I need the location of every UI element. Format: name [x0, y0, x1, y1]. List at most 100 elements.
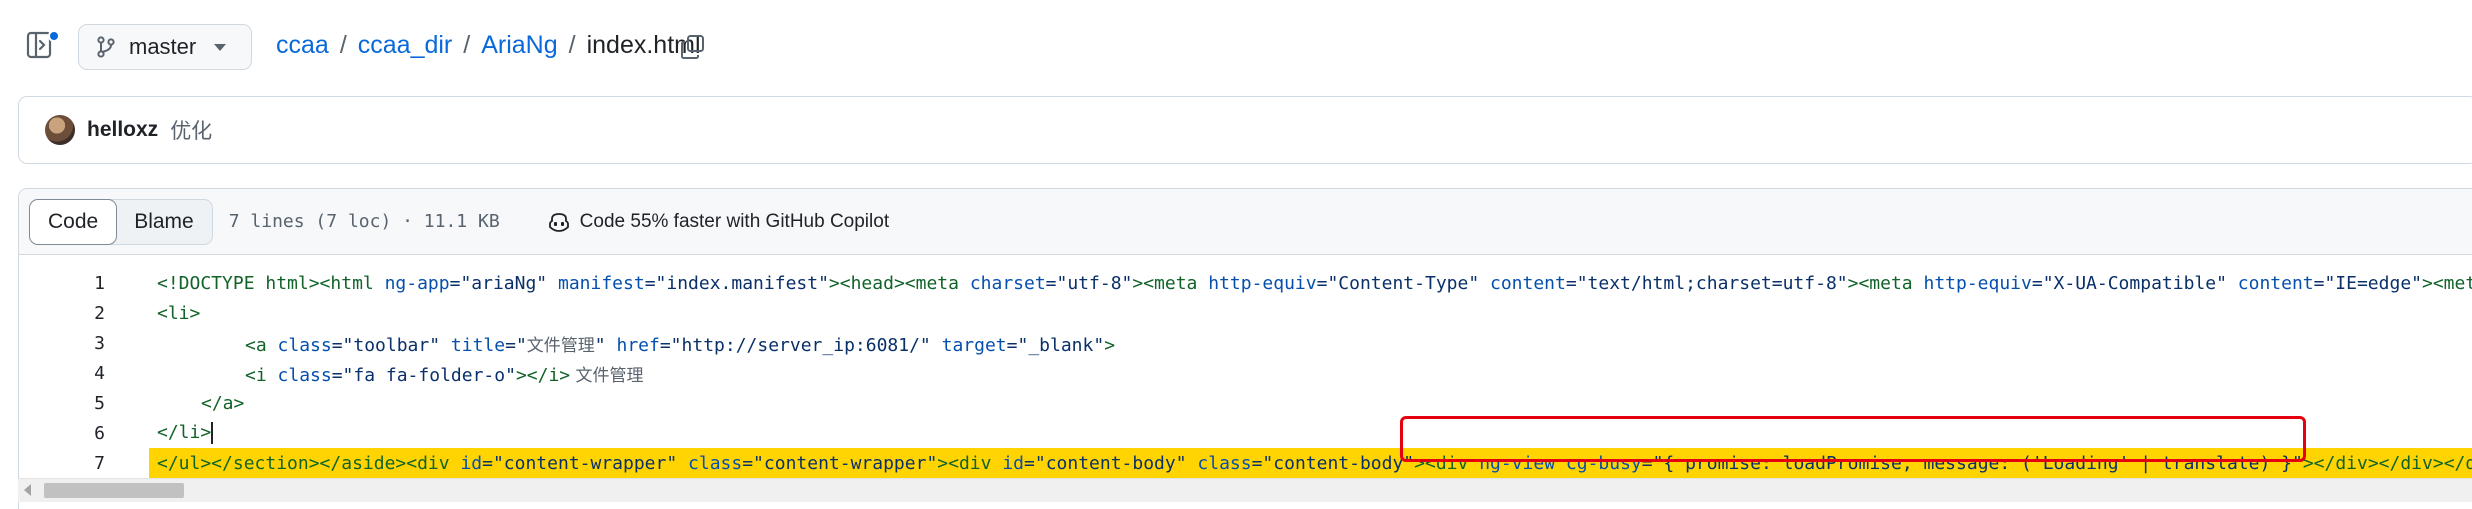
- code-token: cg-busy: [1565, 452, 1642, 474]
- code-text: </li>: [157, 422, 214, 444]
- breadcrumb-owner-link[interactable]: ccaa: [276, 31, 329, 60]
- code-text: <!DOCTYPE html><html ng-app="ariaNg" man…: [157, 273, 2472, 294]
- notification-dot: [48, 30, 60, 42]
- scroll-left-arrow-icon[interactable]: [24, 484, 31, 496]
- code-token: ><div: [937, 452, 1003, 474]
- tab-blame[interactable]: Blame: [116, 200, 212, 244]
- code-token: manifest: [557, 272, 645, 294]
- code-token: ="text/html;charset=utf-8": [1565, 272, 1848, 294]
- code-token: ="content-wrapper": [482, 452, 689, 474]
- code-token: title: [450, 334, 506, 356]
- commit-message-link[interactable]: 优化: [170, 115, 212, 145]
- breadcrumb-dir-link[interactable]: ccaa_dir: [358, 31, 453, 60]
- breadcrumb-separator: /: [463, 31, 471, 59]
- code-token: ><meta: [1847, 272, 1924, 294]
- branch-name: master: [129, 34, 197, 59]
- code-token: ><head><meta: [828, 272, 970, 294]
- code-text: <a class="toolbar" title="文件管理" href="ht…: [245, 331, 1115, 356]
- code-token: ="_blank": [1006, 334, 1105, 356]
- code-text: </a>: [201, 392, 245, 414]
- code-token: ="ariaNg": [449, 272, 558, 294]
- line-number[interactable]: 6: [19, 423, 105, 444]
- code-token: ="content-body": [1024, 452, 1198, 474]
- code-token: class: [1197, 452, 1252, 474]
- view-mode-toggle: Code Blame: [29, 198, 213, 245]
- code-token: ></i>: [515, 364, 571, 386]
- copy-icon: [681, 35, 704, 59]
- code-token: ="content-wrapper": [742, 452, 938, 474]
- repo-header: master ccaa / ccaa_dir / AriaNg / index.…: [0, 0, 2472, 96]
- copilot-promo-link[interactable]: Code 55% faster with GitHub Copilot: [548, 211, 889, 233]
- horizontal-scrollbar[interactable]: [18, 478, 2472, 502]
- code-token: http-equiv: [1923, 272, 2032, 294]
- code-token: ": [594, 334, 617, 356]
- code-token: ="Content-Type": [1316, 272, 1490, 294]
- code-token: >: [1104, 334, 1116, 356]
- file-info: 7 lines (7 loc) · 11.1 KB: [228, 211, 500, 232]
- copilot-promo-text: Code 55% faster with GitHub Copilot: [579, 210, 890, 232]
- breadcrumb-subdir-link[interactable]: AriaNg: [481, 31, 557, 60]
- scrollbar-thumb[interactable]: [44, 483, 184, 498]
- code-token: <i: [245, 364, 278, 386]
- code-token: ng-view: [1479, 452, 1566, 474]
- code-token: </li>: [157, 422, 212, 443]
- code-view[interactable]: 1 <!DOCTYPE html><html ng-app="ariaNg" m…: [19, 255, 2472, 483]
- copilot-icon: [548, 212, 569, 232]
- breadcrumb-separator: /: [339, 31, 347, 59]
- code-token: ="IE=edge": [2313, 272, 2422, 294]
- line-number[interactable]: 7: [19, 453, 105, 474]
- code-token: =": [505, 334, 527, 356]
- file-header: Code Blame 7 lines (7 loc) · 11.1 KB Cod…: [19, 189, 2472, 255]
- git-branch-icon: [97, 36, 115, 58]
- commit-author-link[interactable]: helloxz: [87, 118, 158, 142]
- code-token: ng-app: [384, 272, 450, 294]
- branch-selector-button[interactable]: master: [78, 24, 252, 70]
- line-number[interactable]: 4: [19, 363, 105, 384]
- line-number[interactable]: 5: [19, 393, 105, 414]
- line-number[interactable]: 3: [19, 333, 105, 354]
- code-token: ><div: [1414, 452, 1480, 474]
- code-token: content: [1490, 272, 1566, 294]
- breadcrumb-separator: /: [568, 31, 576, 59]
- code-line: 3 <a class="toolbar" title="文件管理" href="…: [19, 328, 2472, 358]
- code-token: charset: [969, 272, 1046, 294]
- code-token: ><meta: [1132, 272, 1209, 294]
- avatar[interactable]: [45, 115, 75, 145]
- code-token: target: [941, 334, 1007, 356]
- text-cursor: [211, 422, 214, 444]
- code-token: <a: [245, 334, 278, 356]
- code-token: ="toolbar": [331, 334, 451, 356]
- code-token: ="{ promise: loadPromise, message: ('Loa…: [1641, 452, 2303, 474]
- code-token: http-equiv: [1208, 272, 1317, 294]
- code-token: 文件管理: [570, 365, 644, 386]
- code-line: 1 <!DOCTYPE html><html ng-app="ariaNg" m…: [19, 268, 2472, 298]
- code-token: ="content-body": [1251, 452, 1415, 474]
- code-token: href: [616, 334, 660, 356]
- chevron-down-icon: [214, 43, 227, 51]
- line-number[interactable]: 2: [19, 303, 105, 324]
- code-line: 5 </a>: [19, 388, 2472, 418]
- line-number[interactable]: 1: [19, 273, 105, 294]
- code-line: 4 <i class="fa fa-folder-o"></i> 文件管理: [19, 358, 2472, 388]
- code-token: class: [277, 364, 332, 386]
- code-token: class: [277, 334, 332, 356]
- code-token: ="http://server_ip:6081/": [659, 334, 942, 356]
- code-token: ="index.manifest": [644, 272, 829, 294]
- code-token: id: [460, 452, 483, 474]
- code-text: <i class="fa fa-folder-o"></i> 文件管理: [245, 361, 644, 386]
- copy-path-button[interactable]: [680, 34, 708, 62]
- code-token: content: [2237, 272, 2314, 294]
- latest-commit-bar: helloxz 优化: [18, 96, 2472, 164]
- file-viewer: Code Blame 7 lines (7 loc) · 11.1 KB Cod…: [18, 188, 2472, 509]
- code-token: 文件管理: [526, 335, 595, 356]
- code-token: id: [1002, 452, 1025, 474]
- code-line-highlighted: 7 </ul></section></aside><div id="conten…: [19, 448, 2472, 478]
- code-line: 2 <li>: [19, 298, 2472, 328]
- code-text: </ul></section></aside><div id="content-…: [157, 453, 2472, 474]
- code-token: ="utf-8": [1045, 272, 1133, 294]
- code-token: ></div></div></d: [2302, 452, 2472, 474]
- breadcrumb: ccaa / ccaa_dir / AriaNg / index.html: [276, 31, 701, 60]
- side-panel-toggle-button[interactable]: [26, 30, 60, 64]
- tab-code[interactable]: Code: [29, 198, 118, 245]
- code-line: 6 </li>: [19, 418, 2472, 448]
